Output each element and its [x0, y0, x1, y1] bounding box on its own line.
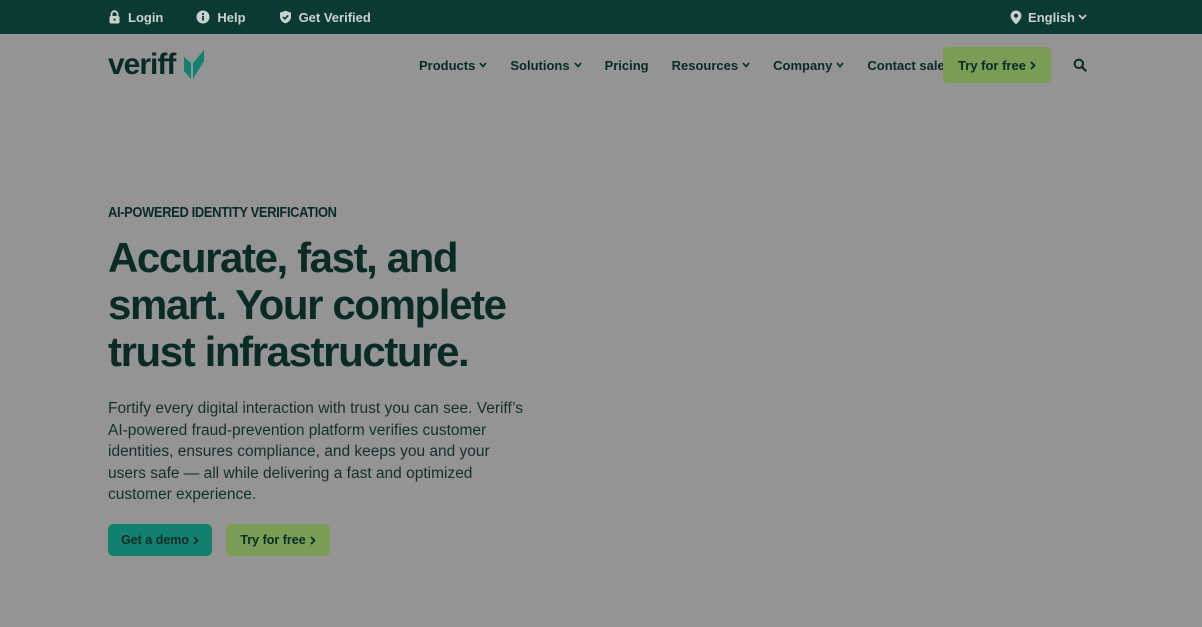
- get-a-demo-label: Get a demo: [120, 533, 190, 547]
- nav-item-label: Solutions: [510, 57, 570, 73]
- nav-item-resources[interactable]: Resources: [672, 58, 750, 73]
- nav-item-contact-sales[interactable]: Contact sales: [867, 58, 952, 73]
- try-for-free-label: Try for free: [958, 57, 1026, 73]
- hero-description: Fortify every digital interaction with t…: [108, 400, 523, 503]
- login-label: Login: [128, 9, 164, 25]
- nav-item-products[interactable]: Products: [419, 58, 487, 73]
- search-icon[interactable]: [1073, 58, 1087, 72]
- shield-check-icon: [279, 10, 291, 24]
- login-link[interactable]: Login: [108, 10, 163, 25]
- nav-item-label: Company: [773, 57, 833, 73]
- primary-menu: Products Solutions Pricing Resources Com…: [419, 34, 975, 96]
- nav-item-label: Products: [419, 57, 476, 73]
- logo-wordmark: veriff: [108, 48, 176, 81]
- lock-icon: [109, 10, 120, 24]
- nav-item-label: Contact sales: [867, 57, 952, 73]
- hero-eyebrow: AI-POWERED IDENTITY VERIFICATION: [108, 204, 337, 221]
- try-for-free-hero-button[interactable]: Try for free: [226, 524, 330, 556]
- chevron-down-icon: [479, 62, 487, 68]
- chevron-down-icon: [742, 62, 750, 68]
- chevron-down-icon: [573, 62, 582, 68]
- nav-item-company[interactable]: Company: [773, 57, 845, 73]
- try-for-free-label: Try for free: [240, 533, 306, 547]
- nav-item-label: Resources: [671, 57, 739, 73]
- nav-item-solutions[interactable]: Solutions: [510, 57, 582, 73]
- nav-item-pricing[interactable]: Pricing: [605, 58, 649, 73]
- logo-mark-icon: [184, 50, 205, 79]
- chevron-right-icon: [310, 535, 316, 545]
- try-for-free-nav-button[interactable]: Try for free: [943, 47, 1051, 83]
- help-label: Help: [217, 9, 246, 25]
- chevron-right-icon: [1030, 60, 1036, 70]
- hero-buttons: Get a demo Try for free: [108, 524, 330, 556]
- get-verified-link[interactable]: Get Verified: [279, 10, 371, 25]
- top-utility-bar: Login Help Get Verified English: [0, 0, 1202, 34]
- get-verified-label: Get Verified: [298, 9, 371, 25]
- chevron-down-icon: [836, 62, 845, 68]
- location-pin-icon: [1010, 10, 1022, 24]
- utility-links: Login Help Get Verified: [108, 0, 404, 34]
- help-link[interactable]: Help: [196, 9, 246, 25]
- chevron-down-icon: [1078, 14, 1087, 20]
- chevron-right-icon: [193, 535, 199, 545]
- language-label: English: [1028, 9, 1075, 25]
- language-selector[interactable]: English: [1010, 10, 1087, 25]
- hero-headline: Accurate, fast, and smart. Your complete…: [108, 234, 507, 375]
- info-icon: [196, 10, 210, 24]
- main-navigation: veriff Products Solutions Pricing Resour…: [0, 34, 1202, 96]
- get-a-demo-button[interactable]: Get a demo: [108, 524, 212, 556]
- veriff-logo[interactable]: veriff: [108, 49, 205, 80]
- nav-item-label: Pricing: [604, 57, 649, 73]
